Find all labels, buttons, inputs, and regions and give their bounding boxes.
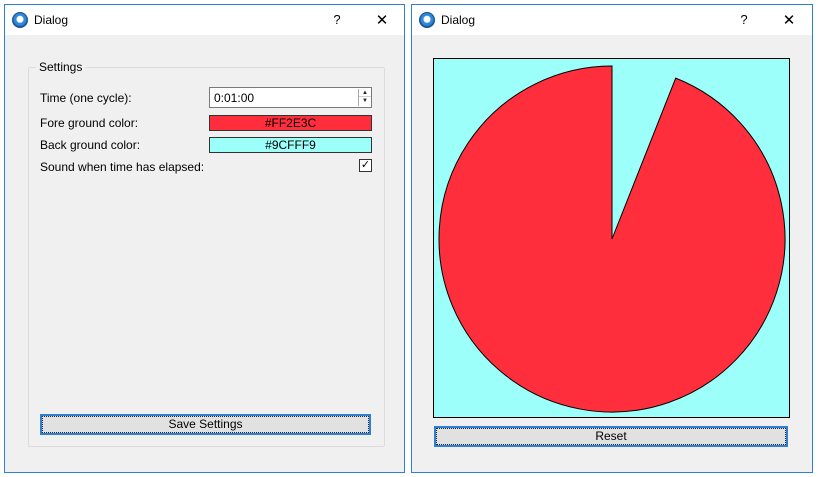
settings-titlebar[interactable]: Dialog ? ✕ bbox=[5, 5, 404, 35]
reset-button[interactable]: Reset bbox=[434, 426, 788, 447]
help-button[interactable]: ? bbox=[737, 12, 751, 27]
time-spinbox[interactable]: 0:01:00 ▲ ▼ bbox=[209, 87, 372, 108]
time-label: Time (one cycle): bbox=[40, 91, 132, 105]
app-icon bbox=[12, 12, 28, 28]
app-icon bbox=[419, 12, 435, 28]
spin-buttons: ▲ ▼ bbox=[358, 89, 371, 106]
settings-group-title: Settings bbox=[36, 60, 86, 74]
remaining-time-slice bbox=[438, 65, 786, 413]
close-icon[interactable]: ✕ bbox=[781, 11, 797, 29]
fore-color-field[interactable]: #FF2E3C bbox=[209, 115, 372, 131]
help-button[interactable]: ? bbox=[330, 12, 344, 27]
close-icon[interactable]: ✕ bbox=[374, 11, 390, 29]
back-color-label: Back ground color: bbox=[40, 138, 141, 152]
window-title: Dialog bbox=[34, 13, 69, 27]
timer-dialog-window: Dialog ? ✕ Reset bbox=[411, 4, 813, 473]
timer-canvas bbox=[433, 58, 790, 418]
fore-color-label: Fore ground color: bbox=[40, 116, 139, 130]
sound-label: Sound when time has elapsed: bbox=[40, 160, 205, 174]
settings-dialog-window: Dialog ? ✕ Settings Time (one cycle): 0:… bbox=[4, 4, 405, 473]
timer-titlebar[interactable]: Dialog ? ✕ bbox=[412, 5, 812, 35]
spin-down-icon[interactable]: ▼ bbox=[359, 97, 371, 105]
save-settings-button[interactable]: Save Settings bbox=[40, 414, 371, 435]
back-color-field[interactable]: #9CFFF9 bbox=[209, 137, 372, 153]
timer-pie-svg bbox=[434, 59, 789, 417]
time-value[interactable]: 0:01:00 bbox=[214, 91, 254, 105]
window-title: Dialog bbox=[441, 13, 476, 27]
spin-up-icon[interactable]: ▲ bbox=[359, 89, 371, 97]
sound-checkbox[interactable]: ✓ bbox=[359, 159, 372, 172]
